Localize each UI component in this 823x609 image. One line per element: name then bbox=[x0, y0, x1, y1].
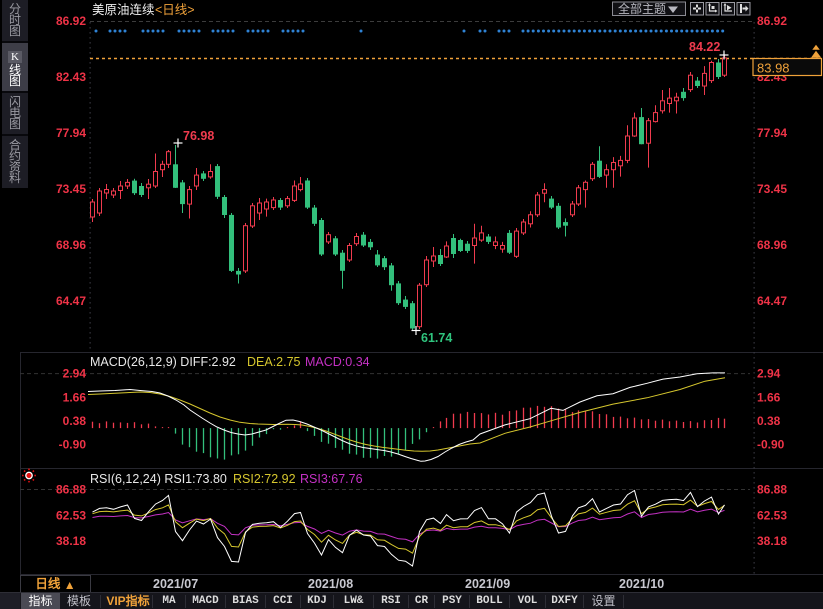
svg-text:1.66: 1.66 bbox=[757, 390, 781, 404]
svg-text:77.94: 77.94 bbox=[56, 126, 86, 140]
svg-text:68.96: 68.96 bbox=[757, 238, 787, 252]
svg-text:RSI2:72.92: RSI2:72.92 bbox=[233, 472, 296, 486]
svg-text:64.47: 64.47 bbox=[56, 294, 86, 308]
svg-text:84.22: 84.22 bbox=[689, 40, 720, 54]
svg-text:86.88: 86.88 bbox=[757, 483, 787, 497]
svg-text:73.45: 73.45 bbox=[56, 182, 86, 196]
svg-text:77.94: 77.94 bbox=[757, 126, 787, 140]
svg-text:MACD(26,12,9) DIFF:2.92: MACD(26,12,9) DIFF:2.92 bbox=[90, 355, 236, 369]
svg-text:MACD:0.34: MACD:0.34 bbox=[305, 355, 370, 369]
svg-text:全部主题: 全部主题 bbox=[618, 1, 666, 16]
svg-text:2.94: 2.94 bbox=[757, 367, 781, 381]
svg-text:<日线>: <日线> bbox=[155, 3, 195, 17]
svg-text:73.45: 73.45 bbox=[757, 182, 787, 196]
svg-text:-0.90: -0.90 bbox=[757, 438, 785, 452]
svg-text:83.98: 83.98 bbox=[757, 61, 790, 76]
svg-text:61.74: 61.74 bbox=[421, 331, 452, 345]
svg-text:38.18: 38.18 bbox=[56, 534, 86, 548]
svg-text:-0.90: -0.90 bbox=[59, 438, 87, 452]
svg-text:64.47: 64.47 bbox=[757, 294, 787, 308]
svg-text:76.98: 76.98 bbox=[183, 129, 214, 143]
svg-text:38.18: 38.18 bbox=[757, 534, 787, 548]
svg-text:美原油连续: 美原油连续 bbox=[92, 2, 155, 17]
svg-text:62.53: 62.53 bbox=[56, 509, 86, 523]
svg-text:0.38: 0.38 bbox=[63, 414, 87, 428]
svg-text:82.43: 82.43 bbox=[56, 70, 86, 84]
svg-text:86.92: 86.92 bbox=[757, 14, 787, 28]
svg-text:0.38: 0.38 bbox=[757, 414, 781, 428]
svg-text:68.96: 68.96 bbox=[56, 238, 86, 252]
svg-text:RSI(6,12,24) RSI1:73.80: RSI(6,12,24) RSI1:73.80 bbox=[90, 472, 227, 486]
svg-text:RSI3:67.76: RSI3:67.76 bbox=[300, 472, 363, 486]
svg-text:1.66: 1.66 bbox=[63, 390, 87, 404]
svg-text:2.94: 2.94 bbox=[63, 367, 87, 381]
svg-text:DEA:2.75: DEA:2.75 bbox=[247, 355, 301, 369]
svg-text:62.53: 62.53 bbox=[757, 509, 787, 523]
svg-text:86.92: 86.92 bbox=[56, 14, 86, 28]
svg-text:86.88: 86.88 bbox=[56, 483, 86, 497]
